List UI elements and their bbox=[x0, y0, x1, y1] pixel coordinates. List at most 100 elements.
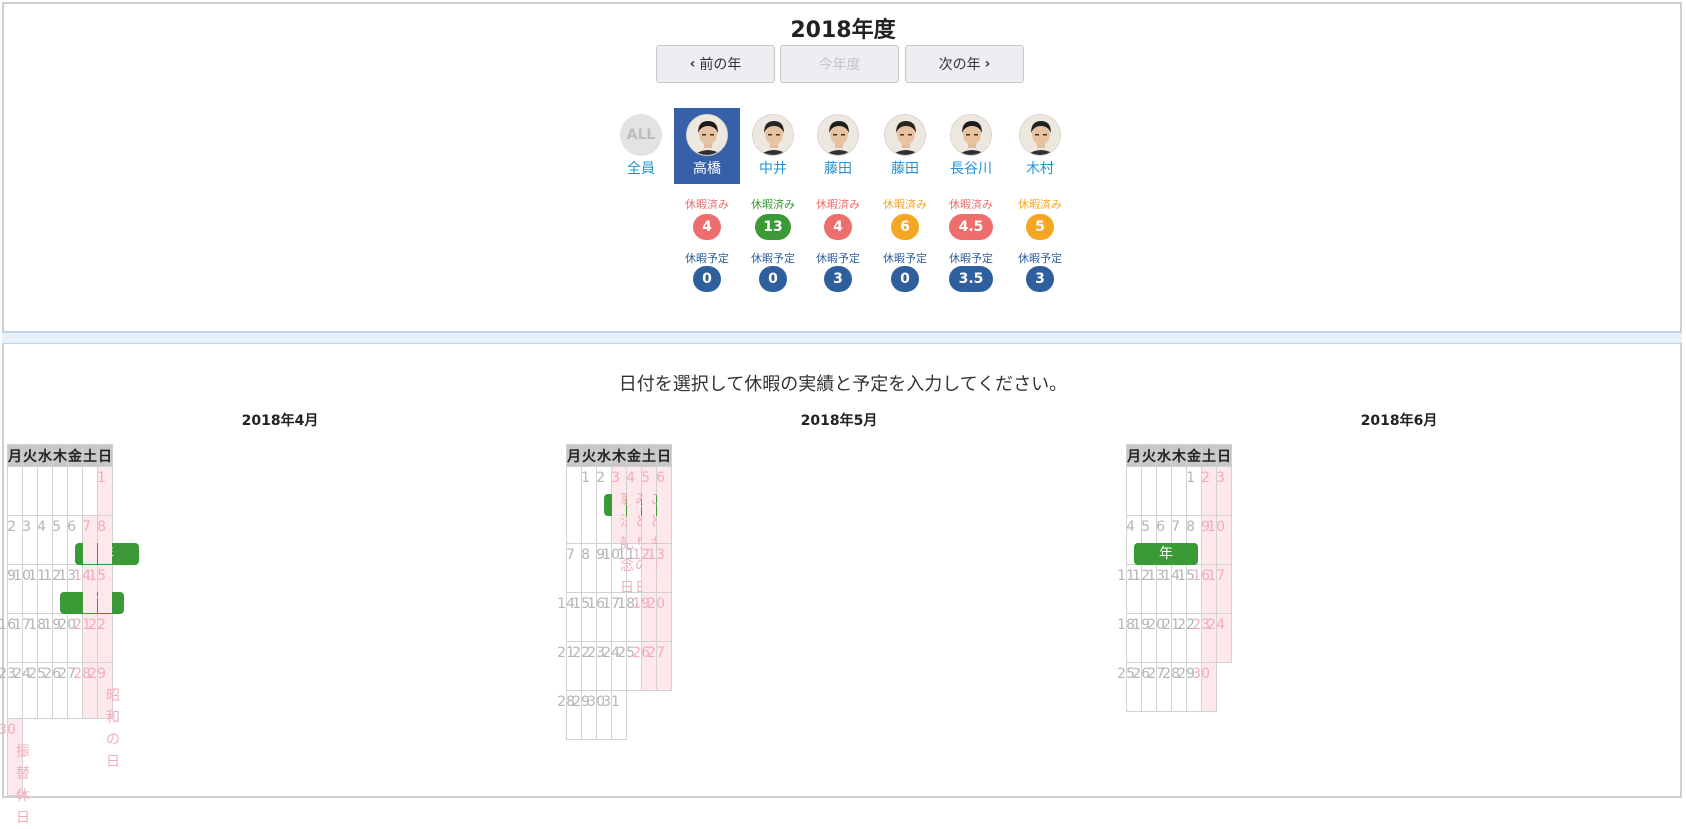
calendar-day[interactable]: 4年 bbox=[1126, 515, 1198, 565]
day-number: 6 bbox=[67, 519, 76, 535]
planned-count-badge: 0 bbox=[693, 266, 721, 292]
calendar-day[interactable]: 8 bbox=[581, 543, 597, 593]
member-avatar bbox=[817, 114, 859, 156]
planned-count-badge: 0 bbox=[891, 266, 919, 292]
calendar-day[interactable]: 27 bbox=[647, 641, 672, 691]
day-number: 1 bbox=[97, 470, 106, 486]
calendar-day[interactable]: 3 bbox=[22, 515, 38, 565]
day-number: 17 bbox=[1207, 568, 1225, 584]
weekday-header: 木 bbox=[611, 444, 627, 467]
calendar-empty-cell bbox=[52, 466, 68, 516]
day-number: 6 bbox=[1156, 519, 1165, 535]
member-6[interactable]: 木村 bbox=[1007, 108, 1073, 184]
calendar-day[interactable]: 1 bbox=[1186, 466, 1202, 516]
weekday-header: 月 bbox=[566, 444, 582, 467]
calendar-week: 7 8 9 10 11 12 13 bbox=[566, 543, 672, 593]
calendar-day[interactable]: 15 bbox=[88, 564, 113, 614]
calendar-day[interactable]: 30 振替休日 bbox=[0, 718, 30, 826]
calendar-day[interactable]: 1 bbox=[97, 466, 113, 516]
prev-year-button[interactable]: ‹ 前の年 bbox=[656, 45, 775, 83]
calendar-title: 2018年4月 bbox=[241, 413, 319, 429]
calendar-day[interactable]: 6年 bbox=[67, 515, 139, 565]
calendar-day[interactable]: 6 bbox=[656, 466, 672, 544]
weekday-header: 水 bbox=[1156, 444, 1172, 467]
calendar-week: 123 bbox=[1126, 466, 1232, 516]
calendar-grid: 月火水木金土日 1 2年3憲法記念日4みどりの日5こどもの日6 78910111213… bbox=[557, 444, 672, 740]
weekday-header: 水 bbox=[596, 444, 612, 467]
calendar-day[interactable]: 5 bbox=[1141, 515, 1157, 565]
calendar-day[interactable]: 31 bbox=[602, 690, 627, 740]
calendar-day[interactable]: 6 bbox=[1156, 515, 1172, 565]
weekday-header: 木 bbox=[52, 444, 68, 467]
calendar-empty-cell bbox=[67, 466, 83, 516]
instruction-text: 日付を選択して休暇の実績と予定を入力してください。 bbox=[618, 374, 1068, 395]
calendar-empty-cell bbox=[1171, 466, 1187, 516]
taken-count-badge: 4 bbox=[693, 214, 721, 240]
calendar-empty-cell bbox=[1156, 466, 1172, 516]
calendar-blank bbox=[38, 719, 53, 796]
next-year-button[interactable]: 次の年 › bbox=[905, 45, 1024, 83]
calendar-day[interactable]: 29 昭和の日 bbox=[88, 662, 120, 770]
member-3[interactable]: 藤田 bbox=[805, 108, 871, 184]
day-number: 5 bbox=[52, 519, 61, 535]
day-number: 2 bbox=[1201, 470, 1210, 486]
calendar-day[interactable]: 7 bbox=[1171, 515, 1187, 565]
day-number: 31 bbox=[602, 694, 620, 710]
calendar-day[interactable]: 10 bbox=[1207, 515, 1232, 565]
calendar-week: 25 26 27 28 29 30 bbox=[1117, 662, 1232, 712]
calendar-day[interactable]: 4 bbox=[37, 515, 53, 565]
calendar-day[interactable]: 7 bbox=[82, 515, 98, 565]
day-number: 8 bbox=[97, 519, 106, 535]
calendar-day[interactable]: 8 bbox=[97, 515, 113, 565]
member-2[interactable]: 中井 bbox=[740, 108, 806, 184]
member-avatar bbox=[1019, 114, 1061, 156]
calendar-day[interactable]: 30 bbox=[1192, 662, 1217, 712]
calendar-day[interactable]: 7 bbox=[566, 543, 582, 593]
taken-count-badge: 4 bbox=[824, 214, 852, 240]
calendar-day[interactable]: 22 bbox=[88, 613, 113, 663]
calendar-empty-cell bbox=[1141, 466, 1157, 516]
day-number: 1 bbox=[1186, 470, 1195, 486]
calendar-day[interactable]: 24 bbox=[1207, 613, 1232, 663]
weekday-header: 火 bbox=[22, 444, 38, 467]
weekday-header: 日 bbox=[656, 444, 672, 467]
member-5[interactable]: 長谷川 bbox=[938, 108, 1004, 184]
calendar-grid: 月火水木金土日 1 2 3 4 年 5 6 7 8 9 10 11 12 13 14 15 16 17 18 19 20 2… bbox=[1117, 444, 1232, 712]
member-1[interactable]: 高橋 bbox=[674, 108, 740, 184]
weekday-header: 火 bbox=[1141, 444, 1157, 467]
calendar-title: 2018年5月 bbox=[800, 413, 878, 429]
member-avatar bbox=[950, 114, 992, 156]
calendar-day[interactable]: 8 bbox=[1186, 515, 1202, 565]
calendar-day[interactable]: 2 bbox=[7, 515, 23, 565]
member-avatar bbox=[752, 114, 794, 156]
day-number: 4 bbox=[626, 470, 635, 486]
calendar-day[interactable]: 20 bbox=[647, 592, 672, 642]
calendar-day[interactable]: 2年 bbox=[596, 466, 668, 544]
taken-count-badge: 4.5 bbox=[949, 214, 993, 240]
calendar-day[interactable]: 3 bbox=[1216, 466, 1232, 516]
member-all[interactable]: ALL 全員 bbox=[608, 108, 674, 184]
calendar-day[interactable]: 1 bbox=[581, 466, 597, 544]
calendar-week: 23 24 25 26 27 28 29 昭和の日 bbox=[0, 662, 120, 770]
calendar-empty-cell bbox=[7, 466, 23, 516]
weekday-header: 水 bbox=[37, 444, 53, 467]
calendar-day[interactable]: 4みどりの日 bbox=[626, 466, 649, 596]
calendar-day[interactable]: 17 bbox=[1207, 564, 1232, 614]
calendar-week: 2345 6年78 bbox=[7, 515, 139, 565]
calendar-day[interactable]: 2 bbox=[1201, 466, 1217, 516]
current-year-button[interactable]: 今年度 bbox=[780, 45, 899, 83]
day-number: 29 bbox=[88, 666, 106, 682]
member-name: 藤田 bbox=[824, 161, 852, 177]
calendar-day[interactable]: 3憲法記念日 bbox=[611, 466, 634, 596]
day-number: 8 bbox=[581, 547, 590, 563]
calendar-blank bbox=[23, 719, 38, 796]
taken-count-badge: 6 bbox=[891, 214, 919, 240]
calendar-day[interactable]: 5 bbox=[52, 515, 68, 565]
member-avatar bbox=[884, 114, 926, 156]
calendar-day[interactable]: 13 bbox=[647, 543, 672, 593]
calendar-day[interactable]: 5こどもの日 bbox=[641, 466, 664, 596]
member-4[interactable]: 藤田 bbox=[872, 108, 938, 184]
calendar-empty-cell bbox=[22, 466, 38, 516]
taken-label: 休暇済み bbox=[1018, 198, 1062, 211]
weekday-header: 月 bbox=[7, 444, 23, 467]
